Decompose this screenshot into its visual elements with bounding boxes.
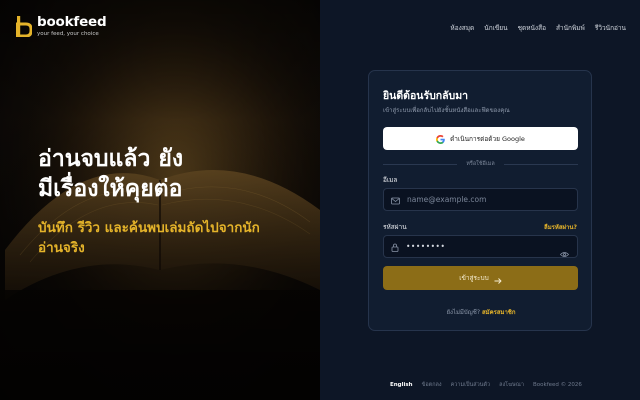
nav-item-authors[interactable]: นักเขียน: [484, 23, 507, 33]
password-value: ••••••••: [406, 242, 446, 251]
language-link[interactable]: English: [390, 382, 413, 388]
hero-panel: bookfeed your feed, your choice อ่านจบแล…: [0, 0, 320, 400]
brand-name: bookfeed: [37, 14, 107, 30]
advertise-link[interactable]: ลงโฆษณา: [499, 381, 524, 389]
lock-icon: [391, 237, 399, 256]
arrow-right-icon: [494, 269, 502, 288]
signup-prompt: ยังไม่มีบัญชี? สมัครสมาชิก: [369, 307, 593, 317]
email-placeholder: name@example.com: [407, 195, 487, 204]
top-nav: ห้องสมุด นักเขียน ชุดหนังสือ สำนักพิมพ์ …: [450, 23, 626, 33]
footer: English ข้อตกลง ความเป็นส่วนตัว ลงโฆษณา …: [390, 381, 582, 389]
no-account-text: ยังไม่มีบัญชี?: [446, 309, 481, 316]
divider: หรือใช้อีเมล: [383, 160, 578, 168]
privacy-link[interactable]: ความเป็นส่วนตัว: [451, 381, 490, 389]
email-field[interactable]: name@example.com: [383, 188, 578, 211]
submit-label: เข้าสู่ระบบ: [459, 274, 489, 282]
nav-item-series[interactable]: ชุดหนังสือ: [518, 23, 546, 33]
nav-item-publishers[interactable]: สำนักพิมพ์: [556, 23, 585, 33]
brand-tagline: your feed, your choice: [37, 31, 99, 37]
bookfeed-b-logo-icon: [15, 15, 33, 38]
signup-link[interactable]: สมัครสมาชิก: [482, 309, 516, 316]
terms-link[interactable]: ข้อตกลง: [422, 381, 442, 389]
google-icon: [436, 129, 445, 148]
hero-title: อ่านจบแล้ว ยัง มีเรื่องให้คุยต่อ: [38, 146, 184, 202]
nav-item-reviews[interactable]: รีวิวนักอ่าน: [595, 23, 626, 33]
brand-logo[interactable]: bookfeed your feed, your choice: [15, 14, 107, 38]
login-submit-button[interactable]: เข้าสู่ระบบ: [383, 266, 578, 290]
login-card: ยินดีต้อนรับกลับมา เข้าสู่ระบบเพื่อกลับไ…: [368, 70, 592, 331]
password-field[interactable]: ••••••••: [383, 235, 578, 258]
hero-subtitle: บันทึก รีวิว และค้นพบเล่มถัดไปจากนัก อ่า…: [38, 220, 260, 256]
eye-icon[interactable]: [559, 243, 570, 262]
nav-item-library[interactable]: ห้องสมุด: [450, 23, 474, 33]
google-login-button[interactable]: ดำเนินการต่อด้วย Google: [383, 127, 578, 150]
forgot-password-link[interactable]: ลืมรหัสผ่าน?: [544, 222, 577, 232]
password-label: รหัสผ่าน: [383, 223, 407, 231]
mail-icon: [391, 190, 400, 209]
login-title: ยินดีต้อนรับกลับมา: [383, 90, 469, 102]
google-login-label: ดำเนินการต่อด้วย Google: [450, 134, 525, 143]
login-subtitle: เข้าสู่ระบบเพื่อกลับไปยังชั้นหนังสือและฟ…: [383, 107, 510, 114]
email-label: อีเมล: [383, 176, 398, 184]
copyright: Bookfeed © 2026: [533, 382, 582, 388]
